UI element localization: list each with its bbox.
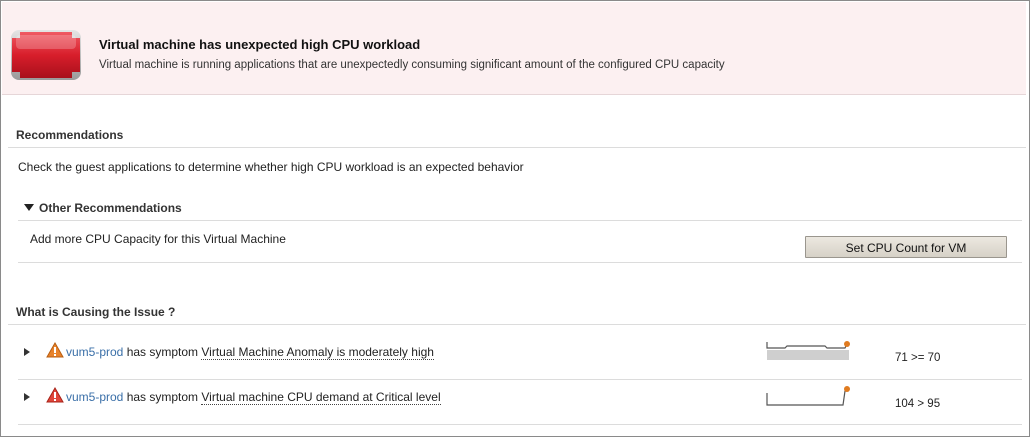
symptom-line: vum5-prod has symptom Virtual machine CP… bbox=[66, 390, 441, 405]
symptom-name[interactable]: Virtual machine CPU demand at Critical l… bbox=[201, 390, 441, 405]
recommendations-title: Recommendations bbox=[16, 128, 124, 142]
symptom-sparkline bbox=[766, 341, 850, 360]
divider bbox=[18, 379, 1022, 380]
divider bbox=[8, 147, 1026, 148]
other-recommendations-title: Other Recommendations bbox=[39, 201, 182, 215]
primary-recommendation: Check the guest applications to determin… bbox=[18, 160, 524, 174]
divider bbox=[18, 262, 1022, 263]
critical-badge-icon bbox=[11, 30, 81, 80]
object-link[interactable]: vum5-prod bbox=[66, 345, 123, 359]
causes-title: What is Causing the Issue ? bbox=[16, 305, 176, 319]
alert-description: Virtual machine is running applications … bbox=[99, 59, 725, 71]
symptom-sparkline bbox=[766, 386, 850, 406]
set-cpu-count-button[interactable]: Set CPU Count for VM bbox=[805, 236, 1007, 258]
divider bbox=[18, 220, 1022, 221]
symptom-line: vum5-prod has symptom Virtual Machine An… bbox=[66, 345, 434, 360]
divider bbox=[18, 424, 1022, 425]
warning-triangle-orange-icon bbox=[46, 342, 64, 358]
warning-triangle-red-icon bbox=[46, 387, 64, 403]
expand-row-icon[interactable] bbox=[24, 348, 30, 356]
alert-header: Virtual machine has unexpected high CPU … bbox=[2, 2, 1026, 95]
divider bbox=[8, 324, 1026, 325]
symptom-verb: has symptom bbox=[123, 345, 202, 359]
symptom-value: 104 > 95 bbox=[895, 398, 941, 410]
expand-row-icon[interactable] bbox=[24, 393, 30, 401]
other-recommendation-text: Add more CPU Capacity for this Virtual M… bbox=[30, 232, 286, 246]
collapse-triangle-icon bbox=[24, 204, 34, 211]
other-recommendations-toggle[interactable]: Other Recommendations bbox=[24, 201, 182, 215]
object-link[interactable]: vum5-prod bbox=[66, 390, 123, 404]
symptom-name[interactable]: Virtual Machine Anomaly is moderately hi… bbox=[201, 345, 434, 360]
symptom-value: 71 >= 70 bbox=[895, 352, 941, 364]
alert-title: Virtual machine has unexpected high CPU … bbox=[99, 37, 421, 52]
symptom-verb: has symptom bbox=[123, 390, 202, 404]
